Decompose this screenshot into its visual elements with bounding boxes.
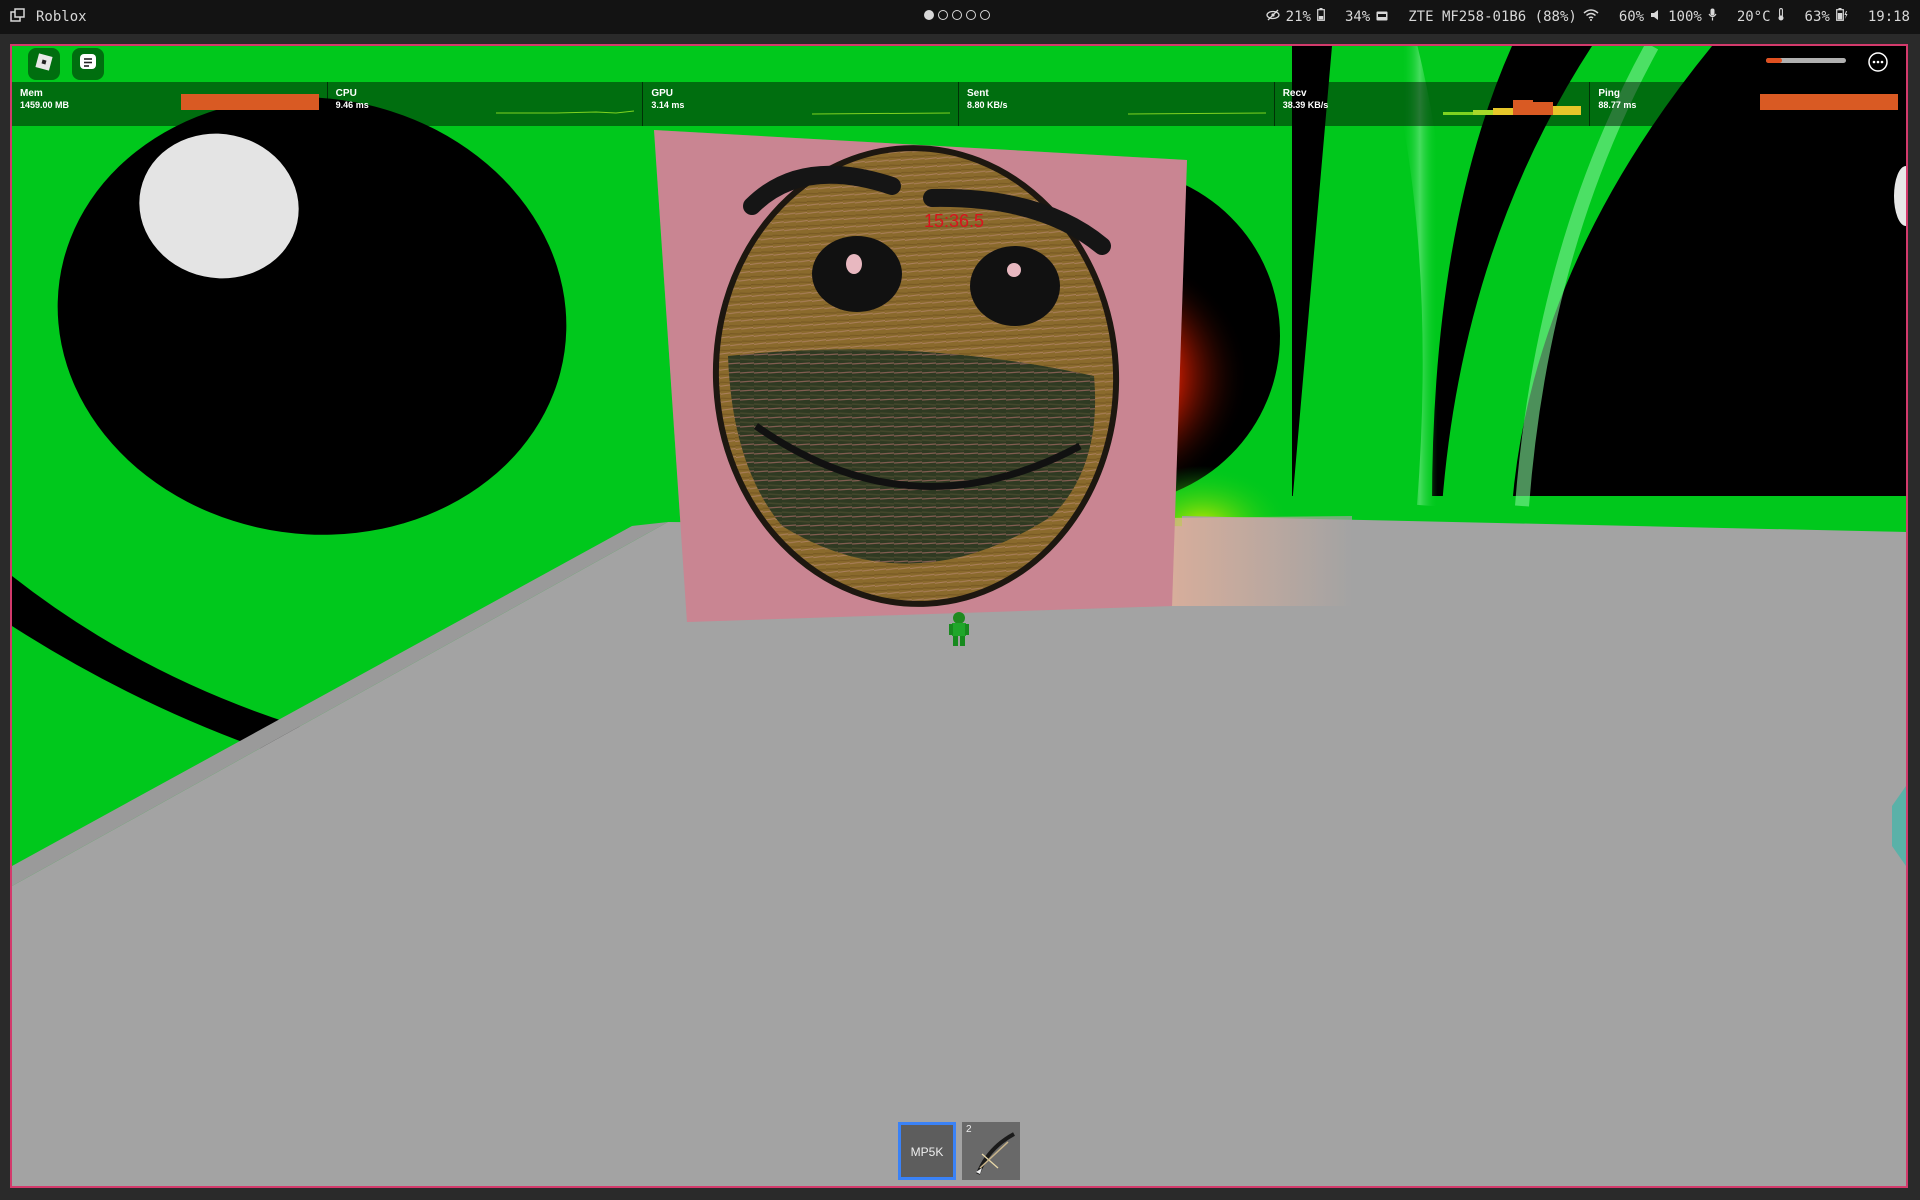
stat-value: 38.39 KB/s [1282, 100, 1329, 110]
ellipsis-circle-icon [1867, 51, 1889, 77]
hotbar-slot-2[interactable]: 2 [962, 1122, 1020, 1180]
drive-icon [1376, 9, 1388, 25]
game-viewport[interactable]: 15:36.5 [12, 46, 1906, 1186]
stat-graph [1127, 112, 1266, 115]
battery-icon [1317, 8, 1325, 25]
stat-label: Mem [20, 88, 43, 99]
roblox-menu-button[interactable] [28, 48, 60, 80]
volume-value: 100% [1668, 8, 1702, 25]
battery-value: 63% [1804, 8, 1830, 25]
workspace-5[interactable] [980, 10, 990, 20]
privacy-value: 21% [1285, 8, 1311, 25]
chat-icon [78, 52, 98, 76]
system-top-bar: Roblox 21% 34% ZTE MF258-01B6 (88%) 60% … [0, 0, 1920, 34]
stat-ping[interactable]: Ping 88.77 ms [1590, 82, 1906, 126]
temperature-value: 20°C [1736, 8, 1771, 25]
health-bar-fill [1766, 58, 1782, 63]
chat-button[interactable] [72, 48, 104, 80]
network-indicator[interactable]: ZTE MF258-01B6 (88%) [1408, 9, 1599, 25]
brightness-value: 60% [1618, 8, 1645, 25]
microphone-icon [1708, 8, 1717, 25]
stat-graph [1760, 94, 1899, 110]
privacy-indicator[interactable]: 21% [1265, 8, 1325, 25]
storage-value: 34% [1344, 8, 1371, 25]
eye-slash-icon [1265, 9, 1280, 25]
stat-cpu[interactable]: CPU 9.46 ms [328, 82, 644, 126]
stat-recv[interactable]: Recv 38.39 KB/s [1275, 82, 1591, 126]
stat-value: 88.77 ms [1598, 100, 1637, 110]
performance-stats-bar: Mem 1459.00 MB CPU 9.46 ms GPU 3.14 ms S… [12, 82, 1906, 126]
clock-value: 19:18 [1867, 8, 1910, 25]
stat-value: 8.80 KB/s [967, 100, 1008, 110]
stat-mem[interactable]: Mem 1459.00 MB [12, 82, 328, 126]
tool-name: MP5K [910, 1145, 944, 1159]
floating-timer-text: 15:36.5 [924, 211, 984, 231]
active-window-indicator[interactable]: Roblox [10, 8, 87, 26]
active-window-title: Roblox [36, 9, 87, 25]
system-tray: 21% 34% ZTE MF258-01B6 (88%) 60% 100% 20… [1254, 8, 1910, 25]
stat-graph [496, 110, 635, 114]
speaker-icon [1650, 9, 1662, 25]
window-icon [10, 8, 26, 26]
brightness-indicator[interactable]: 60% 100% [1619, 8, 1717, 25]
stat-graph [180, 94, 319, 110]
roblox-game-window[interactable]: 15:36.5 Mem 1459.00 MB CPU 9.46 ms GPU 3… [10, 44, 1908, 1188]
temperature-indicator[interactable]: 20°C [1737, 8, 1785, 25]
hotbar-slot-1[interactable]: MP5K [898, 1122, 956, 1180]
stat-value: 9.46 ms [335, 100, 369, 110]
roblox-logo-icon [34, 52, 54, 76]
stat-value: 1459.00 MB [20, 100, 70, 110]
battery-charging-icon [1835, 8, 1848, 25]
wifi-name: ZTE MF258-01B6 (88%) [1408, 8, 1577, 25]
stat-graph [812, 112, 951, 115]
workspace-4[interactable] [966, 10, 976, 20]
battery-indicator[interactable]: 63% [1805, 8, 1848, 25]
stat-sent[interactable]: Sent 8.80 KB/s [959, 82, 1275, 126]
bow-icon [968, 1128, 1018, 1183]
stat-label: GPU [651, 88, 674, 99]
workspace-3[interactable] [952, 10, 962, 20]
health-bar [1766, 58, 1846, 63]
stat-label: CPU [335, 88, 357, 99]
more-menu-button[interactable] [1862, 48, 1894, 80]
wifi-icon [1583, 8, 1599, 25]
workspace-1[interactable] [924, 10, 934, 20]
stat-gpu[interactable]: GPU 3.14 ms [643, 82, 960, 126]
tool-hotbar: MP5K 2 [898, 1122, 1020, 1180]
workspace-2[interactable] [938, 10, 948, 20]
storage-indicator[interactable]: 34% [1345, 9, 1388, 25]
stat-label: Recv [1282, 88, 1307, 99]
stat-label: Ping [1598, 88, 1621, 99]
thermometer-icon [1777, 8, 1785, 25]
stat-value: 3.14 ms [651, 100, 685, 110]
clock[interactable]: 19:18 [1868, 9, 1910, 25]
stat-label: Sent [967, 88, 989, 99]
workspace-indicators [924, 10, 990, 20]
stat-graph [1443, 100, 1582, 115]
